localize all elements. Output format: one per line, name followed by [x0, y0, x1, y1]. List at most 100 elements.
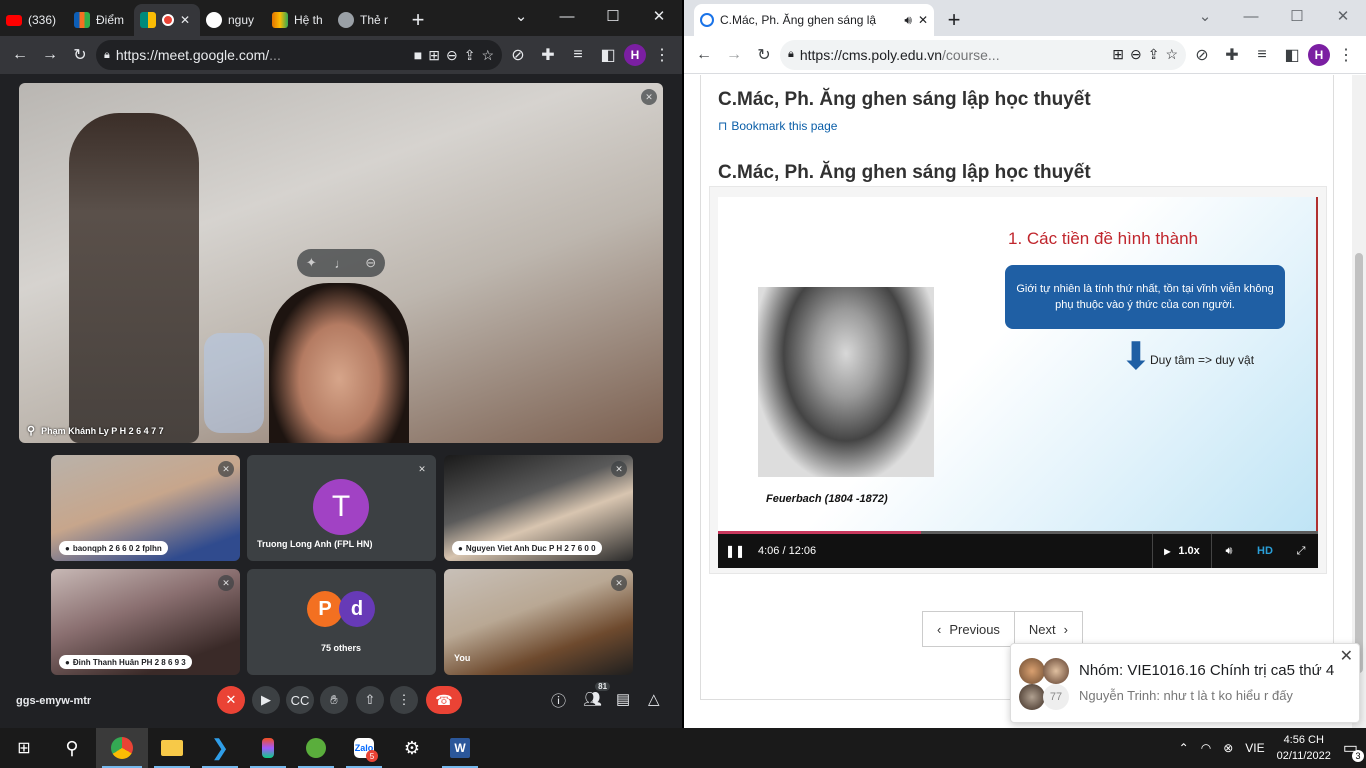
profile-avatar[interactable]: H — [624, 44, 646, 66]
minimize-icon[interactable]: — — [544, 0, 590, 32]
chrome-taskbar-icon[interactable] — [96, 728, 148, 768]
zoom-icon[interactable]: ⊖ — [446, 47, 458, 64]
people-icon[interactable]: 👥︎ 81 — [583, 682, 611, 708]
media-control-icon[interactable]: ≡ — [564, 41, 592, 69]
start-button[interactable]: ⊞ — [0, 728, 48, 768]
tab-search-icon[interactable]: ⌄ — [1182, 0, 1228, 32]
address-bar[interactable]: 🔒︎ https://cms.poly.edu.vn/course... ⊞ ⊖… — [780, 39, 1186, 70]
fullscreen-icon[interactable]: ⤢ — [1284, 545, 1318, 558]
side-panel-icon[interactable]: ◧ — [594, 41, 622, 69]
star-icon[interactable]: ☆ — [481, 47, 494, 64]
input-language[interactable]: VIE — [1245, 741, 1264, 755]
activities-icon[interactable]: △ — [648, 690, 660, 708]
profile-avatar[interactable]: H — [1308, 43, 1330, 66]
back-icon[interactable]: ← — [6, 41, 34, 69]
translate-icon[interactable]: ⊞ — [428, 47, 440, 64]
settings-icon[interactable]: ⚙ — [388, 728, 436, 768]
volume-icon[interactable]: 🔊︎ — [1212, 545, 1246, 558]
minimize-icon[interactable]: — — [1228, 0, 1274, 32]
camera-icon[interactable]: ■ — [414, 47, 422, 63]
audio-icon[interactable]: 🔊︎ — [904, 13, 912, 28]
coccoc-icon[interactable] — [292, 728, 340, 768]
word-icon[interactable]: W — [436, 728, 484, 768]
tab-diem[interactable]: Điểm — [68, 4, 134, 36]
reload-icon[interactable]: ↻ — [66, 41, 94, 69]
tab-course[interactable]: C.Mác, Ph. Ăng ghen sáng lậ 🔊︎ ✕ — [694, 4, 934, 36]
main-video-tile[interactable]: ✦ ♩ ⊖ ✕ ⚲ Phạm Khánh Ly P H 2 6 4 7 7 — [19, 83, 663, 443]
share-icon[interactable]: ⇪ — [464, 47, 476, 64]
translate-icon[interactable]: ⊞ — [1112, 46, 1124, 63]
participant-tile[interactable]: ✕ ● Nguyen Viet Anh Duc P H 2 7 6 0 0 — [444, 455, 633, 561]
video-frame[interactable]: 1. Các tiền đề hình thành Giới tự nhiên … — [718, 197, 1318, 531]
file-explorer-icon[interactable] — [148, 728, 196, 768]
self-tile[interactable]: ✕ You — [444, 569, 633, 675]
next-button[interactable]: Next › — [1015, 612, 1082, 646]
menu-icon[interactable]: ⋮ — [1332, 41, 1360, 69]
tab-the[interactable]: Thẻ r — [332, 4, 398, 36]
close-window-icon[interactable]: ✕ — [1320, 0, 1366, 32]
extensions-puzzle-icon[interactable]: ✚ — [534, 41, 562, 69]
chat-notification[interactable]: 77 Nhóm: VIE1016.16 Chính trị ca5 thứ 4 … — [1010, 643, 1360, 723]
camera-button[interactable]: ▶ — [252, 686, 280, 714]
page-scrollbar[interactable] — [1352, 75, 1366, 728]
tab-github[interactable]: nguy — [200, 4, 266, 36]
remove-icon[interactable]: ⊖ — [365, 255, 376, 271]
participant-tile[interactable]: ✕ ● baonqph 2 6 6 0 2 fplhn — [51, 455, 240, 561]
raise-hand-button[interactable]: ✋︎ — [320, 686, 348, 714]
mic-off-button[interactable]: ✕ — [217, 686, 245, 714]
end-call-button[interactable]: ☎︎ — [426, 686, 462, 714]
side-panel-icon[interactable]: ◧ — [1278, 41, 1306, 69]
close-icon[interactable]: ✕ — [1340, 646, 1353, 666]
new-tab-button[interactable]: + — [404, 6, 432, 34]
media-control-icon[interactable]: ≡ — [1248, 41, 1276, 69]
close-icon[interactable]: ✕ — [180, 13, 190, 27]
close-icon[interactable]: ✕ — [918, 13, 928, 27]
pin-icon[interactable]: ✦ — [306, 255, 317, 271]
previous-button[interactable]: ‹ Previous — [923, 612, 1015, 646]
more-options-button[interactable]: ⋮ — [390, 686, 418, 714]
present-button[interactable]: ⇧ — [356, 686, 384, 714]
tab-youtube[interactable]: (336) — [0, 4, 68, 36]
info-icon[interactable]: ⓘ — [551, 690, 566, 711]
share-icon[interactable]: ⇪ — [1148, 46, 1160, 63]
menu-icon[interactable]: ⋮ — [648, 41, 676, 69]
wifi-icon[interactable]: ◠ — [1201, 741, 1211, 755]
chevron-up-icon[interactable]: ⌃ — [1179, 741, 1189, 755]
forward-icon[interactable]: → — [36, 41, 64, 69]
tab-meet[interactable]: ✕ — [134, 4, 200, 36]
mute-status-icon[interactable]: ⊗ — [1223, 741, 1233, 755]
extensions-puzzle-icon[interactable]: ✚ — [1218, 41, 1246, 69]
back-icon[interactable]: ← — [690, 41, 718, 69]
maximize-icon[interactable]: ☐ — [1274, 0, 1320, 32]
close-window-icon[interactable]: ✕ — [636, 0, 682, 32]
chat-icon[interactable]: ▤ — [616, 690, 630, 708]
clock[interactable]: 4:56 CH 02/11/2022 — [1277, 732, 1331, 764]
search-icon[interactable]: ⚲ — [48, 728, 96, 768]
star-icon[interactable]: ☆ — [1165, 46, 1178, 63]
mute-icon[interactable]: ♩ — [334, 256, 347, 271]
scrollbar-thumb[interactable] — [1355, 253, 1363, 673]
hd-button[interactable]: HD — [1246, 545, 1284, 557]
extension-compass-icon[interactable]: ⊘ — [504, 41, 532, 69]
captions-button[interactable]: CC — [286, 686, 314, 714]
tab-search-icon[interactable]: ⌄ — [498, 0, 544, 32]
vscode-icon[interactable]: ❯ — [196, 728, 244, 768]
reload-icon[interactable]: ↻ — [750, 41, 778, 69]
zalo-icon[interactable]: Zalo 5 — [340, 728, 388, 768]
others-tile[interactable]: P d 75 others — [247, 569, 436, 675]
figma-icon[interactable] — [244, 728, 292, 768]
tab-he-thong[interactable]: Hệ th — [266, 4, 332, 36]
zoom-icon[interactable]: ⊖ — [1130, 46, 1142, 63]
tab-strip: C.Mác, Ph. Ăng ghen sáng lậ 🔊︎ ✕ + ⌄ — ☐… — [684, 0, 1366, 36]
notifications-icon[interactable]: ▭ 3 — [1343, 738, 1364, 762]
bookmark-link[interactable]: ⊓ Bookmark this page — [718, 119, 837, 133]
participant-tile[interactable]: T ✕ Truong Long Anh (FPL HN) — [247, 455, 436, 561]
participant-tile[interactable]: ✕ ● Đinh Thanh Huân PH 2 8 6 9 3 — [51, 569, 240, 675]
forward-icon[interactable]: → — [720, 41, 748, 69]
maximize-icon[interactable]: ☐ — [590, 0, 636, 32]
pause-icon[interactable]: ❚❚ — [718, 544, 752, 558]
new-tab-button[interactable]: + — [940, 6, 968, 34]
address-bar[interactable]: 🔒︎ https://meet.google.com/... ■ ⊞ ⊖ ⇪ ☆ — [96, 40, 502, 70]
extension-compass-icon[interactable]: ⊘ — [1188, 41, 1216, 69]
speed-button[interactable]: ▶ 1.0x — [1153, 545, 1211, 557]
